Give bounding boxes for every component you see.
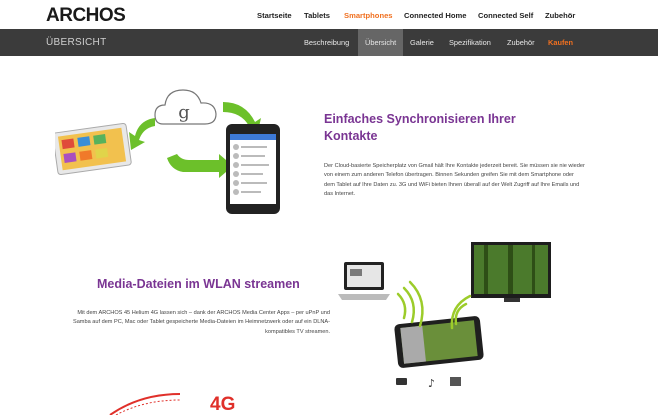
nav-item-zubehoer[interactable]: Zubehör	[545, 11, 575, 20]
top-navigation: ARCHOS Startseite Tablets Smartphones Co…	[0, 0, 658, 29]
subnav-item-galerie[interactable]: Galerie	[403, 29, 441, 56]
contacts-sync-illustration: g	[55, 89, 280, 214]
product-subnav: ÜBERSICHT Beschreibung Übersicht Galerie…	[0, 29, 658, 56]
tablet-image	[55, 122, 132, 176]
photo-icon	[450, 377, 461, 386]
subnav-item-spezifikation[interactable]: Spezifikation	[442, 29, 498, 56]
smartphone-image	[226, 124, 280, 214]
google-cloud-icon: g	[154, 89, 217, 125]
media-section-title: Media-Dateien im WLAN streamen	[97, 277, 300, 291]
music-note-icon: ♪	[428, 377, 435, 390]
phone-landscape-image	[394, 316, 484, 368]
subnav-title: ÜBERSICHT	[46, 37, 107, 48]
subnav-item-beschreibung[interactable]: Beschreibung	[297, 29, 356, 56]
svg-text:g: g	[178, 102, 190, 123]
subnav-item-uebersicht[interactable]: Übersicht	[358, 29, 404, 56]
media-type-icons: ♪	[396, 377, 461, 390]
nav-item-connected-home[interactable]: Connected Home	[404, 11, 466, 20]
media-section-text: Mit dem ARCHOS 45 Helium 4G lassen sich …	[72, 310, 330, 335]
nav-item-startseite[interactable]: Startseite	[257, 11, 292, 20]
archos-logo[interactable]: ARCHOS	[46, 5, 126, 27]
nav-item-tablets[interactable]: Tablets	[304, 11, 330, 20]
tv-image	[471, 242, 551, 302]
video-icon	[396, 378, 407, 385]
4g-label: 4G	[210, 394, 235, 415]
subnav-item-zubehoer[interactable]: Zubehör	[500, 29, 542, 56]
nav-item-connected-self[interactable]: Connected Self	[478, 11, 533, 20]
subnav-item-kaufen[interactable]: Kaufen	[541, 29, 580, 56]
laptop-image	[338, 262, 390, 300]
speed-gauge-illustration: 4G	[109, 393, 235, 415]
nav-item-smartphones[interactable]: Smartphones	[344, 11, 393, 20]
media-streaming-illustration: ♪	[338, 242, 551, 390]
sync-section-text: Der Cloud-basierte Speicherplatz von Gma…	[324, 163, 585, 197]
sync-section-title: Einfaches Synchronisieren Ihrer Kontakte	[324, 112, 516, 143]
